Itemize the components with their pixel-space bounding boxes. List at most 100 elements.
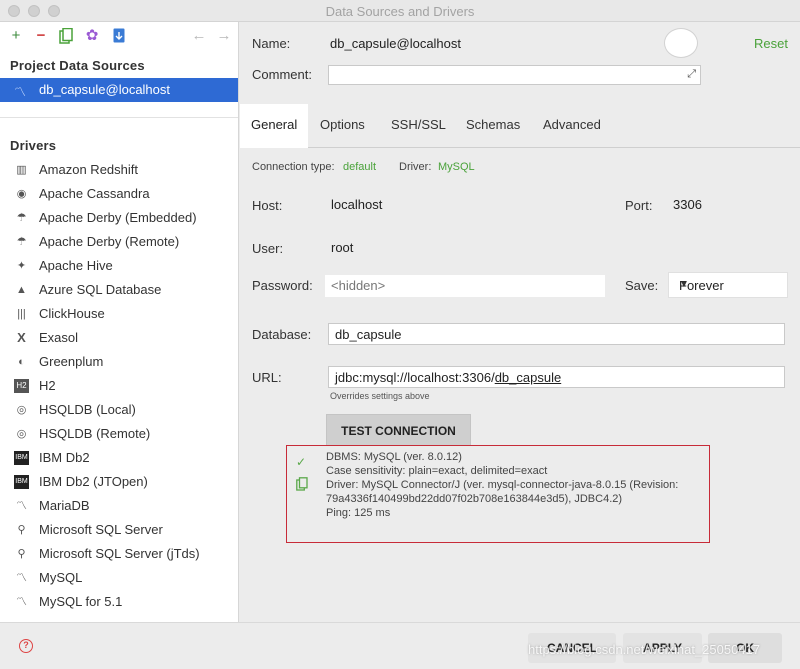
driver-link[interactable]: MySQL [438,161,475,173]
hive-icon: ✦ [16,260,27,272]
copy-icon[interactable] [296,477,308,494]
tab-general[interactable]: General [251,117,297,132]
main-panel: Name: db_capsule@localhost Reset Comment… [240,22,800,622]
derby-icon: ☂ [16,212,27,224]
driver-item[interactable]: 〽 MariaDB [0,494,238,518]
project-data-sources-title: Project Data Sources [10,58,145,73]
driver-item[interactable]: 〽 MySQL [0,566,238,590]
test-connection-label: TEST CONNECTION [341,424,456,438]
test-connection-button[interactable]: TEST CONNECTION [326,414,471,446]
connection-result-panel: ✓ DBMS: MySQL (ver. 8.0.12) Case sensiti… [286,445,710,543]
port-label: Port: [625,198,653,213]
database-value: db_capsule [335,327,402,342]
port-field[interactable]: 3306 [667,194,787,216]
clickhouse-icon: ||| [17,308,26,320]
connection-type-label: Connection type: [252,161,335,173]
driver-item[interactable]: X Exasol [0,326,238,350]
driver-item[interactable]: H2 H2 [0,374,238,398]
driver-item[interactable]: ☂ Apache Derby (Remote) [0,230,238,254]
password-field[interactable]: <hidden> [325,275,605,297]
name-label: Name: [252,36,291,51]
host-value: localhost [331,197,383,212]
tab-bar: General Options SSH/SSL Schemas Advanced [240,104,800,148]
driver-list: ▥ Amazon Redshift ◉ Apache Cassandra ☂ Apac… [0,158,238,614]
expand-icon[interactable]: ⤢ [687,68,696,81]
driver-item[interactable]: ▲ Azure SQL Database [0,278,238,302]
back-icon[interactable]: ← [191,28,207,44]
tab-ssh-ssl[interactable]: SSH/SSL [391,117,446,132]
derby-icon: ☂ [16,236,27,248]
result-line: Ping: 125 ms [326,507,391,519]
name-field[interactable]: db_capsule@localhost [330,36,461,51]
connection-type-link[interactable]: default [343,161,376,173]
driver-item[interactable]: ◉ Apache Cassandra [0,182,238,206]
url-hint: Overrides settings above [330,391,430,401]
mysql-icon: 〽 [16,596,27,608]
save-select[interactable]: Forever ▼ [668,272,788,298]
result-line: Case sensitivity: plain=exact, delimited… [326,465,548,477]
save-label: Save: [625,278,659,293]
driver-item[interactable]: ▥ Amazon Redshift [0,158,238,182]
driver-item[interactable]: IBM IBM Db2 (JTOpen) [0,470,238,494]
window-title: Data Sources and Drivers [325,4,475,19]
host-label: Host: [252,198,283,213]
result-line: 79a4336f140499bd22dd07f02b708e163844e3d5… [326,493,623,505]
database-label: Database: [252,327,312,342]
sidebar: + − ✿ ← → Project Data Sources 〽 db_caps… [0,22,239,622]
password-value: <hidden> [331,278,386,293]
driver-item[interactable]: ◐ Greenplum [0,350,238,374]
title-bar: Data Sources and Drivers [0,0,800,22]
driver-item[interactable]: ✦ Apache Hive [0,254,238,278]
host-field[interactable]: localhost [325,194,605,216]
tab-schemas[interactable]: Schemas [466,117,520,132]
comment-label: Comment: [252,67,312,82]
sqlserver-icon: ⚲ [17,524,26,536]
user-field[interactable]: root [325,237,605,259]
greenplum-icon: ◐ [18,356,25,368]
driver-item[interactable]: 〽 MySQL for 5.1 [0,590,238,614]
sidebar-toolbar: + − ✿ ← → [0,22,238,52]
remove-icon[interactable]: − [33,28,49,44]
azure-icon: ▲ [16,284,27,296]
port-value: 3306 [673,197,702,212]
comment-field[interactable]: ⤢ [328,65,701,85]
import-icon[interactable] [111,28,127,44]
forward-icon[interactable]: → [216,28,232,44]
mysql-icon: 〽 [14,85,27,99]
cassandra-icon: ◉ [16,188,27,200]
color-picker[interactable] [664,28,698,58]
redshift-icon: ▥ [16,164,27,176]
password-label: Password: [252,278,313,293]
drivers-title: Drivers [10,138,57,153]
result-line: DBMS: MySQL (ver. 8.0.12) [326,451,462,463]
database-field[interactable]: db_capsule [328,323,785,345]
duplicate-icon[interactable] [58,27,74,44]
driver-item[interactable]: ☂ Apache Derby (Embedded) [0,206,238,230]
url-field[interactable]: jdbc:mysql://localhost:3306/db_capsule [328,366,785,388]
help-icon[interactable]: ? [19,639,33,653]
checkmark-icon: ✓ [296,455,307,469]
reset-link[interactable]: Reset [754,36,788,51]
driver-item[interactable]: ◎ HSQLDB (Local) [0,398,238,422]
driver-item[interactable]: ◎ HSQLDB (Remote) [0,422,238,446]
tab-advanced[interactable]: Advanced [543,117,601,132]
sidebar-divider [0,117,238,118]
driver-item[interactable]: IBM IBM Db2 [0,446,238,470]
driver-item[interactable]: ⚲ Microsoft SQL Server (jTds) [0,542,238,566]
hsqldb-icon: ◎ [16,404,27,416]
mariadb-icon: 〽 [16,500,27,512]
ibm-icon: IBM [14,475,29,489]
settings-icon[interactable]: ✿ [84,28,100,44]
data-source-item[interactable]: 〽 db_capsule@localhost [0,78,238,102]
url-label: URL: [252,370,282,385]
url-prefix: jdbc:mysql://localhost:3306/ [335,370,495,385]
h2-icon: H2 [14,379,29,393]
driver-item[interactable]: ||| ClickHouse [0,302,238,326]
watermark: https://blog.csdn.net/weixinat_25050417 [528,642,761,657]
user-value: root [331,240,354,255]
driver-item[interactable]: ⚲ Microsoft SQL Server [0,518,238,542]
tab-options[interactable]: Options [320,117,365,132]
result-line: Driver: MySQL Connector/J (ver. mysql-co… [326,479,679,491]
bottom-bar: ? CANCEL APPLY OK https://blog.csdn.net/… [0,622,800,669]
add-icon[interactable]: + [8,28,24,44]
